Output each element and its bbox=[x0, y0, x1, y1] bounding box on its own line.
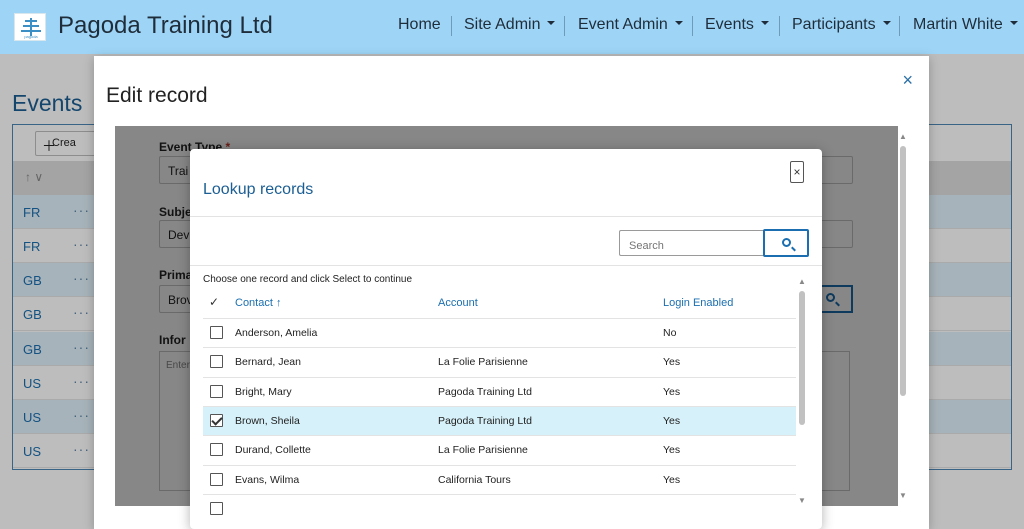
login-enabled-cell: Yes bbox=[663, 386, 681, 398]
row-checkbox[interactable] bbox=[210, 443, 223, 456]
nav-events[interactable]: Events bbox=[705, 16, 769, 34]
logo-roof-shape bbox=[21, 30, 41, 32]
nav-divider bbox=[779, 16, 780, 36]
scroll-up-icon[interactable]: ▲ bbox=[798, 277, 806, 286]
row-checkbox[interactable] bbox=[210, 385, 223, 398]
pagoda-logo[interactable]: pagoda bbox=[14, 13, 46, 41]
login-enabled-cell: No bbox=[663, 327, 677, 339]
login-enabled-cell: Yes bbox=[663, 356, 681, 368]
select-all-check-icon[interactable]: ✓ bbox=[209, 295, 219, 309]
account-cell: Pagoda Training Ltd bbox=[438, 415, 532, 427]
chevron-down-icon bbox=[882, 20, 891, 25]
chevron-down-icon bbox=[1009, 20, 1018, 25]
scroll-down-icon[interactable]: ▼ bbox=[899, 491, 907, 500]
dialog-scrollbar[interactable]: ▲ ▼ bbox=[899, 132, 907, 500]
brand-title[interactable]: Pagoda Training Ltd bbox=[58, 12, 273, 40]
nav-divider bbox=[451, 16, 452, 36]
column-header-contact[interactable]: Contact ↑ bbox=[235, 297, 281, 309]
scroll-down-icon[interactable]: ▼ bbox=[798, 496, 806, 505]
nav-user-menu[interactable]: Martin White bbox=[913, 16, 1018, 34]
top-navbar: pagoda Pagoda Training Ltd Home Site Adm… bbox=[0, 0, 1024, 54]
nav-divider bbox=[692, 16, 693, 36]
chevron-down-icon bbox=[547, 20, 556, 25]
nav-label: Martin White bbox=[913, 16, 1003, 33]
lookup-scrollbar[interactable]: ▲ ▼ bbox=[798, 277, 806, 505]
contact-cell: Bright, Mary bbox=[235, 386, 292, 398]
contact-cell: Bernard, Jean bbox=[235, 356, 301, 368]
contact-cell: Anderson, Amelia bbox=[235, 327, 318, 339]
sort-ascending-icon: ↑ bbox=[275, 297, 282, 309]
nav-event-admin[interactable]: Event Admin bbox=[578, 16, 683, 34]
search-button[interactable] bbox=[763, 229, 809, 257]
table-row[interactable]: Evans, Wilma California Tours Yes bbox=[203, 465, 796, 494]
contact-cell: Durand, Collette bbox=[235, 444, 311, 456]
dialog-title: Edit record bbox=[106, 84, 208, 107]
close-icon[interactable]: × bbox=[902, 70, 913, 91]
nav-label: Site Admin bbox=[464, 16, 541, 33]
table-row-partial[interactable] bbox=[203, 494, 796, 523]
contact-cell: Brown, Sheila bbox=[235, 415, 300, 427]
account-cell: La Folie Parisienne bbox=[438, 356, 528, 368]
nav-home[interactable]: Home bbox=[398, 16, 441, 34]
table-row[interactable]: Anderson, Amelia No bbox=[203, 318, 796, 347]
table-row[interactable]: Bright, Mary Pagoda Training Ltd Yes bbox=[203, 377, 796, 406]
instruction-text: Choose one record and click Select to co… bbox=[203, 274, 413, 285]
row-checkbox[interactable] bbox=[210, 502, 223, 515]
logo-roof-shape bbox=[23, 25, 39, 27]
scroll-up-icon[interactable]: ▲ bbox=[899, 132, 907, 141]
scroll-thumb[interactable] bbox=[799, 291, 805, 425]
nav-label: Home bbox=[398, 16, 441, 33]
row-checkbox[interactable] bbox=[210, 326, 223, 339]
table-row[interactable]: Durand, Collette La Folie Parisienne Yes bbox=[203, 435, 796, 464]
table-row-selected[interactable]: Brown, Sheila Pagoda Training Ltd Yes bbox=[203, 406, 796, 435]
dialog-title: Lookup records bbox=[203, 181, 314, 198]
contact-cell: Evans, Wilma bbox=[235, 474, 300, 486]
nav-label: Event Admin bbox=[578, 16, 668, 33]
row-checkbox-checked[interactable] bbox=[210, 414, 223, 427]
logo-roof-shape bbox=[25, 20, 37, 22]
login-enabled-cell: Yes bbox=[663, 474, 681, 486]
column-header-login-enabled[interactable]: Login Enabled bbox=[663, 297, 733, 309]
account-cell: La Folie Parisienne bbox=[438, 444, 528, 456]
lookup-records-dialog: Lookup records × Choose one record and c… bbox=[190, 149, 822, 529]
column-header-account[interactable]: Account bbox=[438, 297, 478, 309]
column-header-label: Contact bbox=[235, 297, 273, 309]
nav-site-admin[interactable]: Site Admin bbox=[464, 16, 556, 34]
account-cell: California Tours bbox=[438, 474, 511, 486]
nav-participants[interactable]: Participants bbox=[792, 16, 891, 34]
nav-label: Participants bbox=[792, 16, 876, 33]
row-checkbox[interactable] bbox=[210, 473, 223, 486]
login-enabled-cell: Yes bbox=[663, 444, 681, 456]
close-icon[interactable]: × bbox=[790, 161, 804, 183]
nav-divider bbox=[564, 16, 565, 36]
divider bbox=[190, 216, 822, 217]
nav-label: Events bbox=[705, 16, 754, 33]
chevron-down-icon bbox=[760, 20, 769, 25]
table-row[interactable]: Bernard, Jean La Folie Parisienne Yes bbox=[203, 347, 796, 376]
scroll-thumb[interactable] bbox=[900, 146, 906, 396]
account-cell: Pagoda Training Ltd bbox=[438, 386, 532, 398]
nav-divider bbox=[899, 16, 900, 36]
logo-text: pagoda bbox=[24, 34, 38, 39]
search-icon bbox=[782, 238, 791, 247]
row-checkbox[interactable] bbox=[210, 355, 223, 368]
search-input[interactable] bbox=[619, 230, 764, 256]
divider bbox=[190, 265, 822, 266]
login-enabled-cell: Yes bbox=[663, 415, 681, 427]
chevron-down-icon bbox=[674, 20, 683, 25]
